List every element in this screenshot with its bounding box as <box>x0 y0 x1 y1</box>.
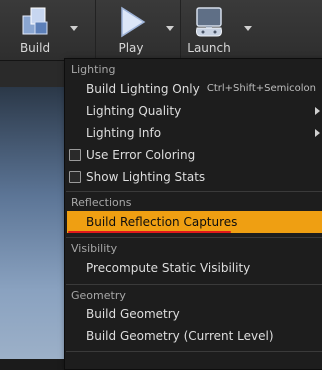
menu-item-use-error-coloring[interactable]: Use Error Coloring <box>67 144 322 166</box>
launch-dropdown-arrow[interactable] <box>244 26 252 31</box>
chevron-right-icon <box>315 129 320 137</box>
section-header-visibility: Visibility <box>71 242 118 255</box>
gamepad-monitor-icon <box>196 7 222 37</box>
section-header-lighting: Lighting <box>71 63 116 76</box>
main-toolbar: Build Play Launch <box>0 0 322 61</box>
menu-item-lighting-info[interactable]: Lighting Info <box>67 122 322 144</box>
menu-item-label: Build Geometry <box>86 307 180 321</box>
build-cubes-icon <box>22 7 48 35</box>
section-header-reflections: Reflections <box>71 196 132 209</box>
play-button[interactable]: Play <box>100 0 162 60</box>
menu-item-lighting-quality[interactable]: Lighting Quality <box>67 100 322 122</box>
checkbox-icon[interactable] <box>69 149 81 161</box>
menu-item-label: Precompute Static Visibility <box>86 261 251 275</box>
build-dropdown-menu: Lighting Build Lighting Only Ctrl+Shift+… <box>64 58 322 370</box>
chevron-right-icon <box>315 107 320 115</box>
checkbox-icon[interactable] <box>69 171 81 183</box>
menu-item-build-geometry-current-level[interactable]: Build Geometry (Current Level) <box>67 325 322 347</box>
build-button[interactable]: Build <box>4 0 66 60</box>
launch-button[interactable]: Launch <box>180 0 238 60</box>
toolbar-divider <box>95 0 96 60</box>
menu-item-label: Show Lighting Stats <box>86 170 206 184</box>
section-divider <box>66 237 322 238</box>
section-divider <box>66 191 322 192</box>
section-divider <box>66 284 322 285</box>
menu-item-build-lighting-only[interactable]: Build Lighting Only Ctrl+Shift+Semicolon <box>67 78 322 100</box>
menu-item-label: Build Lighting Only <box>86 82 200 96</box>
build-dropdown-arrow[interactable] <box>70 26 78 31</box>
shortcut-text: Ctrl+Shift+Semicolon <box>206 83 316 94</box>
level-viewport[interactable] <box>0 87 66 359</box>
annotation-underline <box>68 231 231 233</box>
menu-item-label: Build Reflection Captures <box>86 215 238 229</box>
menu-item-label: Lighting Quality <box>86 104 182 118</box>
menu-item-build-geometry[interactable]: Build Geometry <box>67 303 322 325</box>
viewport-tab-bar <box>0 61 66 87</box>
menu-item-label: Use Error Coloring <box>86 148 196 162</box>
menu-item-show-lighting-stats[interactable]: Show Lighting Stats <box>67 166 322 188</box>
play-dropdown-arrow[interactable] <box>166 26 174 31</box>
play-icon <box>121 6 146 38</box>
menu-item-label: Lighting Info <box>86 126 162 140</box>
section-divider <box>66 351 322 352</box>
menu-item-precompute-static-visibility[interactable]: Precompute Static Visibility <box>67 257 322 279</box>
menu-item-label: Build Geometry (Current Level) <box>86 329 274 343</box>
build-label: Build <box>19 41 51 55</box>
menu-item-build-reflection-captures[interactable]: Build Reflection Captures <box>67 211 322 233</box>
play-label: Play <box>118 41 144 55</box>
launch-label: Launch <box>187 41 231 55</box>
